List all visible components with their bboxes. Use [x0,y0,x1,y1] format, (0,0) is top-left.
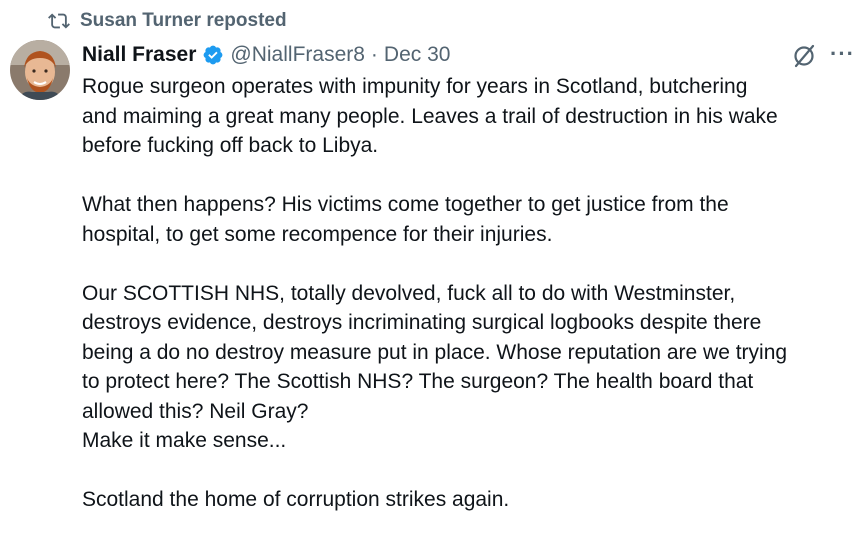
tweet-line: being a do no destroy measure put in pla… [82,340,788,364]
tweet-line: Make it make sense... [82,429,287,452]
tweet-line: hospital, to get some recompence for the… [82,222,553,246]
tweet-line: allowed this? Neil Gray? [82,399,309,423]
tweet-line: What then happens? His victims come toge… [82,193,729,216]
tweet-line: destroys evidence, destroys incriminatin… [82,311,762,334]
tweet-line: Scotland the home of corruption strikes … [82,488,510,511]
verified-badge-icon[interactable] [202,44,224,66]
avatar[interactable] [10,40,70,100]
tweet-line: before fucking off back to Libya. [82,134,379,157]
repost-label: Susan Turner reposted [80,10,287,31]
tweet-line: Our SCOTTISH NHS, totally devolved, fuck… [82,281,736,305]
tweet-line: and maiming a great many people. Leaves … [82,104,778,128]
separator-dot: · [370,43,378,66]
tweet-line: to protect here? The Scottish NHS? The s… [82,370,754,393]
tweet-date[interactable]: Dec 30 [384,43,451,67]
tweet[interactable]: Susan Turner reposted Niall Fraser @Nial… [0,0,861,533]
tweet-line: Rogue surgeon operates with impunity for… [82,75,748,98]
repost-indicator[interactable]: Susan Turner reposted [48,8,287,34]
tweet-header: Niall Fraser @NiallFraser8 · Dec 30 [82,40,450,70]
repost-icon [48,13,70,29]
more-options-button[interactable]: ··· [830,43,855,65]
author-name[interactable]: Niall Fraser [82,43,196,67]
grok-icon[interactable] [790,42,818,70]
author-handle[interactable]: @NiallFraser8 [230,43,365,67]
tweet-text: Rogue surgeon operates with impunity for… [82,72,857,515]
